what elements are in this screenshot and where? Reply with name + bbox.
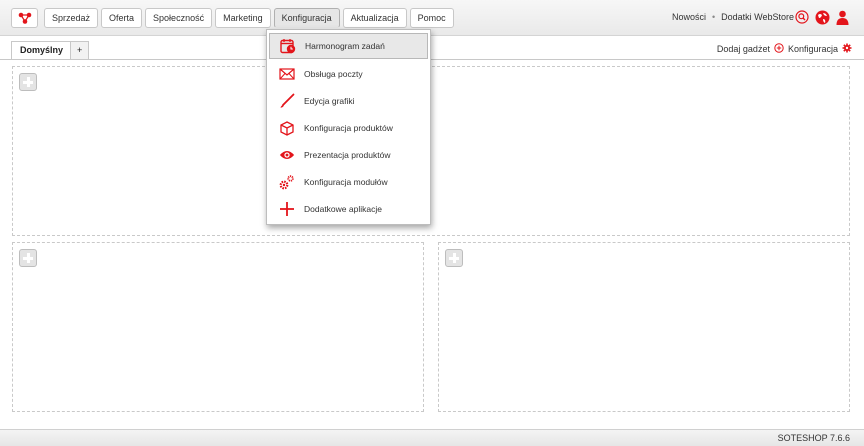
konfiguracja-dropdown: Harmonogram zadań Obsługa poczty Edycja …	[266, 29, 431, 225]
brush-icon	[279, 93, 295, 109]
soteshop-logo-icon	[18, 12, 31, 24]
webstore-link[interactable]: Dodatki WebStore	[721, 12, 794, 22]
main-nav: Sprzedaż Oferta Społeczność Marketing Ko…	[44, 8, 454, 28]
add-gadget-icon[interactable]	[19, 249, 37, 267]
gadget-area-bottom-left	[12, 242, 424, 412]
nav-konfiguracja[interactable]: Konfiguracja	[273, 8, 340, 28]
eye-icon	[279, 147, 295, 163]
gadget-area-top	[12, 66, 850, 236]
top-links: Nowości • Dodatki WebStore	[672, 12, 794, 22]
menu-item-label: Konfiguracja produktów	[304, 123, 393, 133]
add-gadget-icon[interactable]	[445, 249, 463, 267]
menu-item-edycja-grafiki[interactable]: Edycja grafiki	[269, 88, 428, 114]
configuration-link[interactable]: Konfiguracja	[788, 44, 838, 54]
calendar-clock-icon	[280, 38, 296, 54]
user-icon[interactable]	[834, 9, 850, 25]
nav-oferta[interactable]: Oferta	[101, 8, 143, 28]
nav-pomoc[interactable]: Pomoc	[409, 8, 454, 28]
tab-domyslny[interactable]: Domyślny	[11, 41, 73, 59]
nav-marketing[interactable]: Marketing	[215, 8, 271, 28]
nav-aktualizacja[interactable]: Aktualizacja	[342, 8, 407, 28]
plus-icon	[279, 201, 295, 217]
news-link[interactable]: Nowości	[672, 12, 706, 22]
version-label: SOTESHOP 7.6.6	[777, 433, 850, 443]
menu-item-label: Prezentacja produktów	[304, 150, 391, 160]
gears-icon	[279, 174, 295, 190]
gadget-area-bottom-right	[438, 242, 850, 412]
tab-divider	[0, 59, 864, 60]
menu-item-label: Obsługa poczty	[304, 69, 363, 79]
home-logo-button[interactable]	[11, 8, 38, 28]
tab-actions: Dodaj gadżet Konfiguracja	[717, 43, 852, 55]
menu-item-label: Edycja grafiki	[304, 96, 355, 106]
separator: •	[711, 12, 716, 22]
add-gadget-icon[interactable]	[19, 73, 37, 91]
menu-item-harmonogram[interactable]: Harmonogram zadań	[269, 33, 428, 59]
envelope-icon	[279, 66, 295, 82]
add-gadget-link[interactable]: Dodaj gadżet	[717, 44, 770, 54]
menu-item-konfiguracja-modulow[interactable]: Konfiguracja modułów	[269, 169, 428, 195]
menu-item-label: Harmonogram zadań	[305, 41, 385, 51]
menu-item-konfiguracja-produktow[interactable]: Konfiguracja produktów	[269, 115, 428, 141]
menu-item-obsluga-poczty[interactable]: Obsługa poczty	[269, 61, 428, 87]
top-bar: Sprzedaż Oferta Społeczność Marketing Ko…	[0, 0, 864, 36]
search-icon[interactable]	[794, 9, 810, 25]
globe-icon[interactable]	[814, 9, 830, 25]
footer: SOTESHOP 7.6.6	[0, 429, 864, 446]
menu-item-label: Konfiguracja modułów	[304, 177, 388, 187]
menu-item-dodatkowe-aplikacje[interactable]: Dodatkowe aplikacje	[269, 196, 428, 222]
gear-icon[interactable]	[842, 43, 852, 55]
add-tab-button[interactable]: +	[70, 41, 90, 59]
nav-spolecznosc[interactable]: Społeczność	[145, 8, 213, 28]
nav-sprzedaz[interactable]: Sprzedaż	[44, 8, 99, 28]
box-icon	[279, 120, 295, 136]
menu-item-label: Dodatkowe aplikacje	[304, 204, 382, 214]
add-circle-icon[interactable]	[774, 43, 784, 55]
top-icons	[794, 9, 850, 25]
menu-item-prezentacja-produktow[interactable]: Prezentacja produktów	[269, 142, 428, 168]
